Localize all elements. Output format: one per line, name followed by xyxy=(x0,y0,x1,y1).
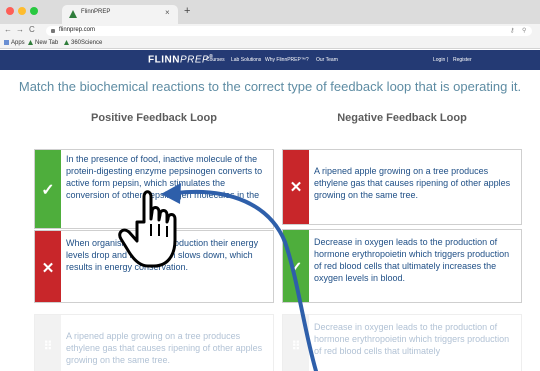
drag-arrow-head xyxy=(161,183,181,204)
drag-overlay xyxy=(118,183,318,371)
drag-arrow xyxy=(174,189,318,371)
hand-cursor-icon xyxy=(118,190,177,268)
